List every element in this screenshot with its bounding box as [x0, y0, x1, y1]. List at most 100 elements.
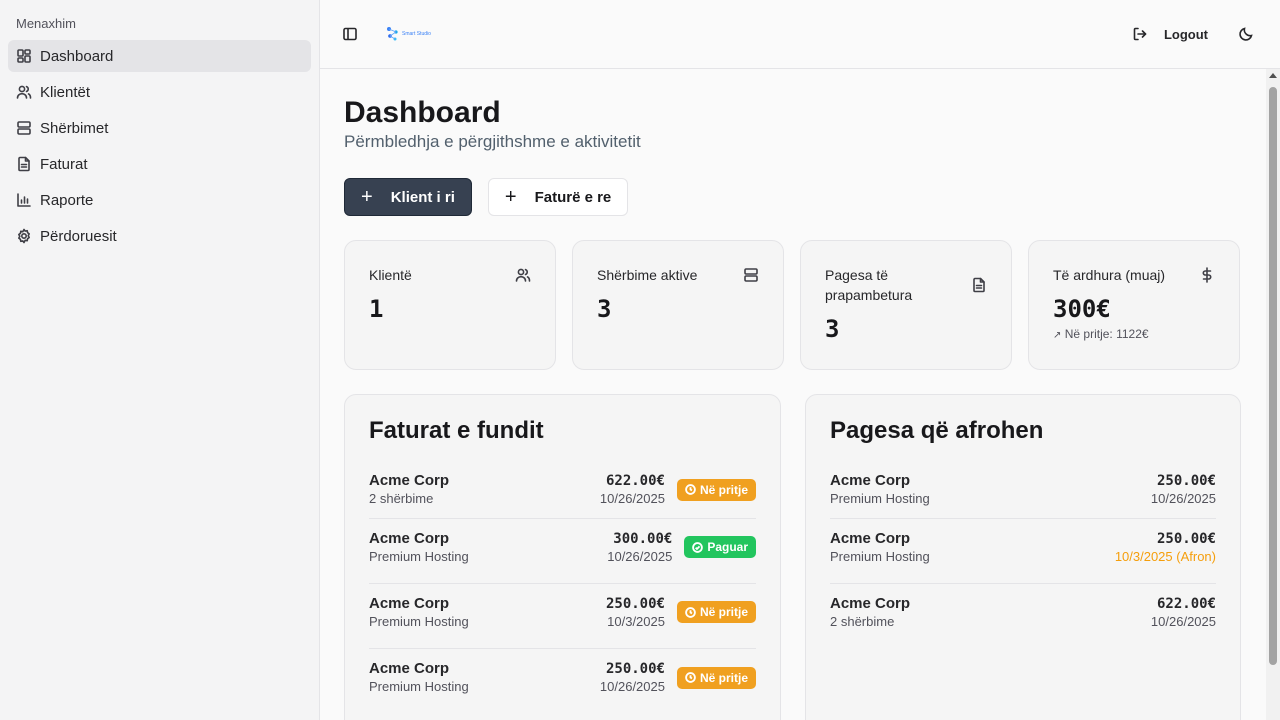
clock-icon	[685, 606, 696, 618]
client-name: Acme Corp	[369, 529, 450, 547]
invoice-amount: 300.00€	[613, 530, 673, 547]
stat-card-services: Shërbime aktive 3	[572, 240, 784, 370]
invoice-row[interactable]: Acme Corp Premium Hosting 300.00€ 10/26/…	[369, 519, 756, 584]
scroll-up-arrow-icon[interactable]	[1269, 73, 1277, 78]
invoice-row[interactable]: Acme Corp Premium Hosting 250.00€ 10/26/…	[369, 649, 756, 714]
plus-icon: +	[504, 186, 517, 208]
stat-label: Klientë	[369, 267, 412, 283]
sidebar-item-klientet[interactable]: Klientët	[8, 76, 311, 108]
sidebar-item-label: Dashboard	[40, 47, 114, 65]
payment-date: 10/26/2025	[1150, 614, 1216, 629]
clock-icon	[685, 672, 696, 683]
stat-label: Pagesa të prapambetura	[825, 267, 913, 303]
invoice-row[interactable]: Acme Corp Premium Hosting 250.00€ 10/3/2…	[369, 584, 756, 649]
stat-sub-label: Në pritje: 1122€	[1064, 327, 1149, 341]
clock-icon	[685, 484, 696, 495]
invoice-desc: 2 shërbime	[369, 491, 434, 506]
sidebar-group-label: Menaxhim	[16, 16, 76, 31]
invoice-amount: 250.00€	[605, 595, 665, 612]
page-title: Dashboard	[344, 96, 501, 129]
sidebar-toggle-button[interactable]	[338, 22, 362, 46]
panels-row: Faturat e fundit Acme Corp 2 shërbime 62…	[344, 394, 1241, 720]
sidebar-item-label: Shërbimet	[40, 119, 109, 137]
invoice-date: 10/3/2025	[607, 613, 665, 629]
invoice-amount: 622.00€	[605, 473, 665, 489]
status-label: Në pritje	[699, 670, 748, 685]
status-label: Në pritje	[699, 482, 748, 497]
stat-value: 300€	[1053, 295, 1111, 323]
client-name: Acme Corp	[369, 660, 450, 677]
stats-row: Klientë 1 Shërbime aktive 3 Pagesa të pr…	[344, 240, 1241, 370]
sidebar-item-dashboard[interactable]: Dashboard	[8, 40, 311, 72]
file-icon	[971, 277, 987, 293]
payment-date: 10/3/2025 (Afron)	[1114, 548, 1216, 564]
client-name: Acme Corp	[369, 594, 450, 612]
invoice-row[interactable]: Acme Corp 2 shërbime 622.00€ 10/26/2025 …	[369, 469, 756, 519]
invoice-amount: 250.00€	[605, 661, 665, 677]
status-badge: Në pritje	[676, 601, 756, 623]
server-icon	[16, 120, 32, 136]
stat-card-clients: Klientë 1	[344, 240, 556, 370]
payment-row[interactable]: Acme Corp 2 shërbime 622.00€ 10/26/2025	[830, 584, 1216, 649]
sidebar: Menaxhim Dashboard Klientët Shërbimet Fa…	[0, 0, 320, 720]
status-badge: Në pritje	[676, 478, 756, 501]
logout-label: Logout	[1163, 26, 1208, 42]
sidebar-item-raporte[interactable]: Raporte	[8, 184, 311, 216]
sidebar-item-perdoruesit[interactable]: Përdoruesit	[8, 220, 311, 252]
client-name: Acme Corp	[830, 529, 911, 547]
app-logo[interactable]: Smart Studio	[386, 24, 434, 44]
theme-toggle-button[interactable]	[1238, 26, 1254, 42]
client-name: Acme Corp	[830, 595, 911, 612]
gear-icon	[16, 228, 32, 244]
main-content: Dashboard Përmbledhja e përgjithshme e a…	[320, 69, 1266, 720]
plus-icon: +	[361, 186, 373, 208]
stat-label: Të ardhura (muaj)	[1053, 267, 1166, 283]
stat-card-revenue: Të ardhura (muaj) 300€ ↗ Në pritje: 1122…	[1028, 240, 1240, 370]
scroll-thumb[interactable]	[1269, 87, 1277, 665]
action-bar: + Klient i ri + Faturë e re	[344, 178, 1241, 216]
payment-desc: Premium Hosting	[830, 491, 930, 506]
stat-label: Shërbime aktive	[597, 267, 698, 283]
payment-row[interactable]: Acme Corp Premium Hosting 250.00€ 10/26/…	[830, 469, 1216, 519]
status-label: Paguar	[707, 540, 748, 554]
payment-row[interactable]: Acme Corp Premium Hosting 250.00€ 10/3/2…	[830, 519, 1216, 584]
dollar-icon	[1199, 267, 1215, 283]
new-client-button[interactable]: + Klient i ri	[344, 178, 472, 216]
panel-title: Pagesa që afrohen	[830, 417, 1044, 444]
bar-chart-icon	[16, 192, 32, 208]
invoice-date: 10/26/2025	[599, 679, 665, 694]
sidebar-item-faturat[interactable]: Faturat	[8, 148, 311, 180]
trend-up-icon: ↗	[1053, 330, 1062, 341]
new-invoice-label: Faturë e re	[534, 188, 612, 206]
status-badge: Në pritje	[676, 666, 756, 689]
logo-mark-icon	[387, 27, 398, 41]
top-header: Smart Studio Logout	[320, 0, 1280, 69]
invoice-desc: Premium Hosting	[369, 613, 469, 629]
users-icon	[16, 84, 32, 100]
payment-date: 10/26/2025	[1150, 491, 1216, 506]
payment-desc: 2 shërbime	[830, 614, 895, 629]
dashboard-icon	[16, 48, 32, 64]
invoice-date: 10/26/2025	[607, 548, 673, 564]
page-subtitle: Përmbledhja e përgjithshme e aktivitetit	[344, 132, 641, 151]
panel-left-icon	[343, 27, 357, 41]
new-invoice-button[interactable]: + Faturë e re	[487, 178, 629, 216]
sidebar-item-sherbimet[interactable]: Shërbimet	[8, 112, 311, 144]
stat-value: 3	[825, 315, 840, 343]
new-client-label: Klient i ri	[390, 188, 455, 206]
main-scrollbar[interactable]	[1266, 69, 1280, 720]
status-badge: Paguar	[684, 536, 756, 558]
logout-button[interactable]: Logout	[1132, 24, 1208, 44]
payment-amount: 622.00€	[1156, 596, 1216, 612]
client-name: Acme Corp	[830, 472, 911, 489]
invoice-desc: Premium Hosting	[369, 548, 469, 564]
sidebar-item-label: Klientët	[40, 83, 91, 101]
logo-text: Smart Studio	[402, 31, 431, 37]
payment-amount: 250.00€	[1156, 473, 1216, 489]
panel-title: Faturat e fundit	[369, 417, 544, 444]
payment-amount: 250.00€	[1156, 530, 1216, 547]
log-out-icon	[1133, 27, 1147, 41]
server-icon	[743, 267, 759, 283]
sidebar-item-label: Përdoruesit	[40, 227, 117, 245]
upcoming-payments-panel: Pagesa që afrohen Acme Corp Premium Host…	[805, 394, 1241, 720]
